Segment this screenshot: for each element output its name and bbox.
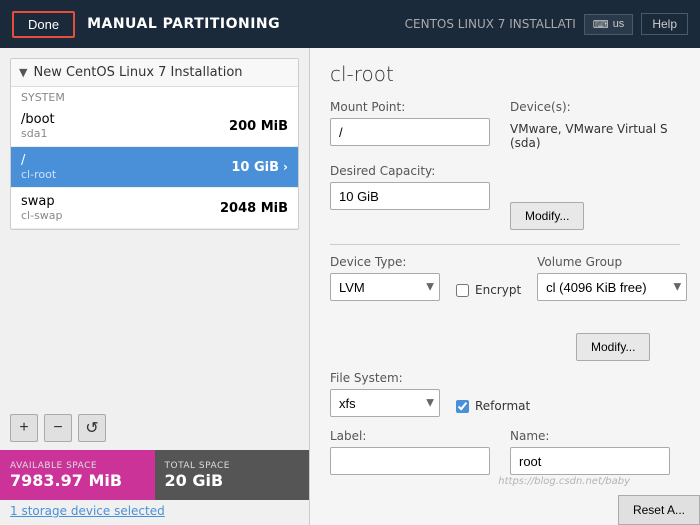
page-title: MANUAL PARTITIONING	[87, 16, 280, 32]
reformat-checkbox[interactable]	[456, 400, 469, 413]
filesystem-field: File System: xfs ext4 ext3 btrfs ▼	[330, 371, 440, 417]
storage-link-area: 1 storage device selected	[0, 500, 309, 525]
partition-swap-device: cl-swap	[21, 209, 63, 222]
add-partition-button[interactable]: +	[10, 414, 38, 442]
partition-root-device: cl-root	[21, 168, 56, 181]
desired-capacity-label: Desired Capacity:	[330, 164, 490, 178]
reformat-group: Reformat	[456, 399, 530, 417]
partition-swap-name: swap	[21, 194, 63, 209]
partition-root-size: 10 GiB ›	[231, 160, 288, 175]
partition-boot-size: 200 MiB	[229, 119, 288, 134]
name-field: Name:	[510, 429, 670, 475]
modify-top-field: Modify...	[510, 164, 584, 230]
partition-boot-name: /boot	[21, 112, 55, 127]
reset-button[interactable]: Reset A...	[618, 495, 700, 525]
device-info-text: VMware, VMware Virtual S (sda)	[510, 122, 680, 150]
header-left: Done MANUAL PARTITIONING	[12, 11, 280, 38]
remove-partition-button[interactable]: −	[44, 414, 72, 442]
partition-item-root[interactable]: / cl-root 10 GiB ›	[11, 147, 298, 188]
volume-group-select-wrapper: cl (4096 KiB free) ▼	[537, 273, 687, 301]
partition-swap-size: 2048 MiB	[220, 201, 288, 216]
available-space-label: AVAILABLE SPACE	[10, 461, 145, 471]
device-type-select[interactable]: LVM Standard RAID	[330, 273, 440, 301]
partition-boot-info: /boot sda1	[21, 112, 55, 140]
right-panel: cl-root Mount Point: Device(s): VMware, …	[310, 48, 700, 525]
total-space-value: 20 GiB	[165, 471, 300, 490]
watermark: https://blog.csdn.net/baby	[498, 476, 630, 487]
partition-controls: + − ↺	[0, 406, 309, 450]
selected-chevron-icon: ›	[283, 160, 288, 174]
refresh-button[interactable]: ↺	[78, 414, 106, 442]
right-panel-title: cl-root	[330, 62, 680, 86]
divider	[330, 244, 680, 245]
reformat-label[interactable]: Reformat	[475, 399, 530, 413]
main-content: ▼ New CentOS Linux 7 Installation SYSTEM…	[0, 48, 700, 525]
device-type-group: Device Type: LVM Standard RAID ▼	[330, 255, 440, 301]
partition-group: ▼ New CentOS Linux 7 Installation SYSTEM…	[10, 58, 299, 230]
storage-device-link[interactable]: 1 storage device selected	[10, 504, 165, 518]
install-title: CENTOS LINUX 7 INSTALLATI	[405, 17, 576, 31]
help-button[interactable]: Help	[641, 13, 688, 35]
left-panel: ▼ New CentOS Linux 7 Installation SYSTEM…	[0, 48, 310, 525]
mount-point-field: Mount Point:	[330, 100, 490, 150]
filesystem-select-wrapper: xfs ext4 ext3 btrfs ▼	[330, 389, 440, 417]
group-title: New CentOS Linux 7 Installation	[33, 65, 242, 80]
device-type-row: Device Type: LVM Standard RAID ▼ Encrypt…	[330, 255, 680, 301]
encrypt-group: Encrypt	[456, 283, 521, 301]
label-field: Label:	[330, 429, 490, 475]
label-name-row: Label: Name:	[330, 429, 680, 475]
partition-item-swap[interactable]: swap cl-swap 2048 MiB	[11, 188, 298, 229]
partition-item-boot[interactable]: /boot sda1 200 MiB	[11, 106, 298, 147]
encrypt-checkbox[interactable]	[456, 284, 469, 297]
name-label: Name:	[510, 429, 670, 443]
device-label: Device(s):	[510, 100, 680, 114]
total-space-display: TOTAL SPACE 20 GiB	[155, 450, 310, 500]
volume-group-select[interactable]: cl (4096 KiB free)	[537, 273, 687, 301]
done-button[interactable]: Done	[12, 11, 75, 38]
filesystem-row: File System: xfs ext4 ext3 btrfs ▼ Refor…	[330, 371, 680, 417]
mount-point-label: Mount Point:	[330, 100, 490, 114]
label-input[interactable]	[330, 447, 490, 475]
space-bar: AVAILABLE SPACE 7983.97 MiB TOTAL SPACE …	[0, 450, 309, 500]
group-expand-icon: ▼	[19, 66, 27, 79]
desired-capacity-input[interactable]	[330, 182, 490, 210]
mount-point-input[interactable]	[330, 118, 490, 146]
name-input[interactable]	[510, 447, 670, 475]
available-space-value: 7983.97 MiB	[10, 471, 145, 490]
desired-capacity-field: Desired Capacity:	[330, 164, 490, 230]
modify-top-button[interactable]: Modify...	[510, 202, 584, 230]
volume-group-label: Volume Group	[537, 255, 687, 269]
device-type-select-wrapper: LVM Standard RAID ▼	[330, 273, 440, 301]
device-field: Device(s): VMware, VMware Virtual S (sda…	[510, 100, 680, 150]
total-space-label: TOTAL SPACE	[165, 461, 300, 471]
partition-root-info: / cl-root	[21, 153, 56, 181]
modify-bottom-button[interactable]: Modify...	[576, 333, 650, 361]
keyboard-button[interactable]: ⌨ us	[584, 14, 634, 35]
partition-boot-device: sda1	[21, 127, 55, 140]
keyboard-icon: ⌨	[593, 18, 609, 31]
filesystem-label: File System:	[330, 371, 440, 385]
header: Done MANUAL PARTITIONING CENTOS LINUX 7 …	[0, 0, 700, 48]
partition-group-header[interactable]: ▼ New CentOS Linux 7 Installation	[11, 59, 298, 87]
available-space-display: AVAILABLE SPACE 7983.97 MiB	[0, 450, 155, 500]
partition-root-name: /	[21, 153, 56, 168]
capacity-modify-row: Desired Capacity: Modify...	[330, 164, 680, 230]
left-bottom: + − ↺ AVAILABLE SPACE 7983.97 MiB TOTAL …	[0, 406, 309, 525]
header-right: CENTOS LINUX 7 INSTALLATI ⌨ us Help	[405, 13, 688, 35]
device-type-label: Device Type:	[330, 255, 440, 269]
filesystem-select[interactable]: xfs ext4 ext3 btrfs	[330, 389, 440, 417]
mount-device-row: Mount Point: Device(s): VMware, VMware V…	[330, 100, 680, 150]
system-label: SYSTEM	[11, 87, 298, 106]
volume-group-field: Volume Group cl (4096 KiB free) ▼	[537, 255, 687, 301]
partition-swap-info: swap cl-swap	[21, 194, 63, 222]
keyboard-lang: us	[613, 18, 625, 30]
label-label: Label:	[330, 429, 490, 443]
encrypt-label[interactable]: Encrypt	[475, 283, 521, 297]
